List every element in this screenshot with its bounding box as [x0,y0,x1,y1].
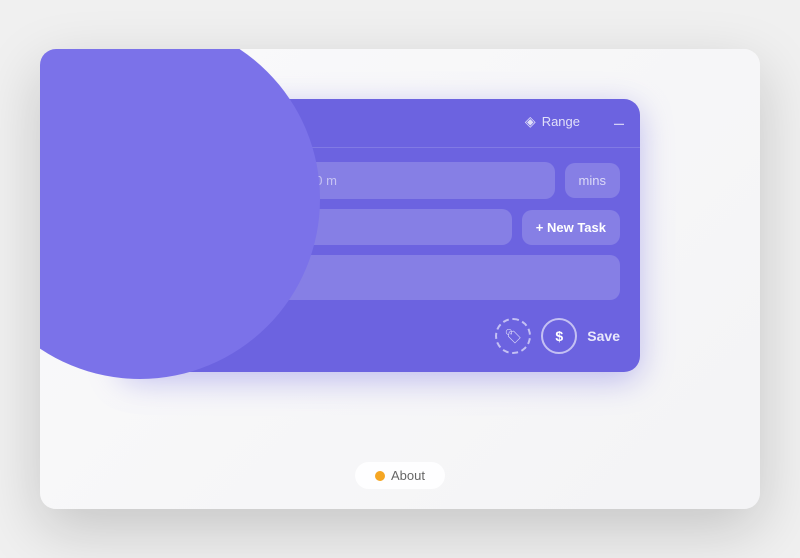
new-task-button[interactable]: + New Task [522,210,620,245]
about-dot [375,471,385,481]
timer-tab-label: Timer [168,117,203,133]
action-icons-group: 🏷 $ Save [495,318,620,354]
manual-tab-label: Manual [244,117,292,133]
billing-button[interactable]: $ [541,318,577,354]
minimize-icon: – [614,113,624,133]
range-icon: ◈ [525,113,536,130]
task-placeholder: Select task... [174,220,248,235]
dollar-icon: $ [555,328,563,344]
tag-icon: 🏷 [504,328,522,345]
task-input-field[interactable]: ☑ Select task... [140,209,512,245]
time-input-field[interactable]: ⏱ Enter time e.g. 3 hours 20 m [140,162,555,199]
time-row: ⏱ Enter time e.g. 3 hours 20 m mins [140,162,620,199]
tab-manual[interactable]: ✏ Manual [215,113,304,137]
when-label: When: [144,332,182,347]
time-tracking-panel: ▶ Timer ✏ Manual ◈ Range – ⏱ Enter [120,99,640,372]
when-row: When: now [140,326,216,347]
checkbox-icon: ☑ [154,219,166,235]
about-label: About [391,468,425,483]
note-input-field[interactable]: ≡ Enter a note [140,255,620,300]
tag-button[interactable]: 🏷 [495,318,531,354]
timer-icon: ▶ [152,117,162,133]
panel-body: ⏱ Enter time e.g. 3 hours 20 m mins ☑ Se… [120,148,640,314]
range-label: Range [542,114,580,129]
task-row: ☑ Select task... + New Task [140,209,620,245]
mins-label: mins [565,163,620,198]
clock-icon: ⏱ [154,172,165,189]
save-button[interactable]: Save [587,328,620,344]
about-tab[interactable]: About [355,462,445,489]
note-placeholder: Enter a note [175,269,262,286]
edit-icon: ✏ [227,117,238,133]
screen-wrapper: ▶ Timer ✏ Manual ◈ Range – ⏱ Enter [40,49,760,509]
minimize-button[interactable]: – [614,114,624,132]
tab-timer[interactable]: ▶ Timer [140,113,215,137]
panel-header: ▶ Timer ✏ Manual ◈ Range – [120,99,640,148]
time-placeholder: Enter time e.g. 3 hours 20 m [173,173,337,188]
when-value[interactable]: now [186,332,212,347]
note-icon: ≡ [156,269,165,286]
range-area[interactable]: ◈ Range [525,113,580,130]
panel-footer: When: now 🏷 $ Save [120,314,640,356]
